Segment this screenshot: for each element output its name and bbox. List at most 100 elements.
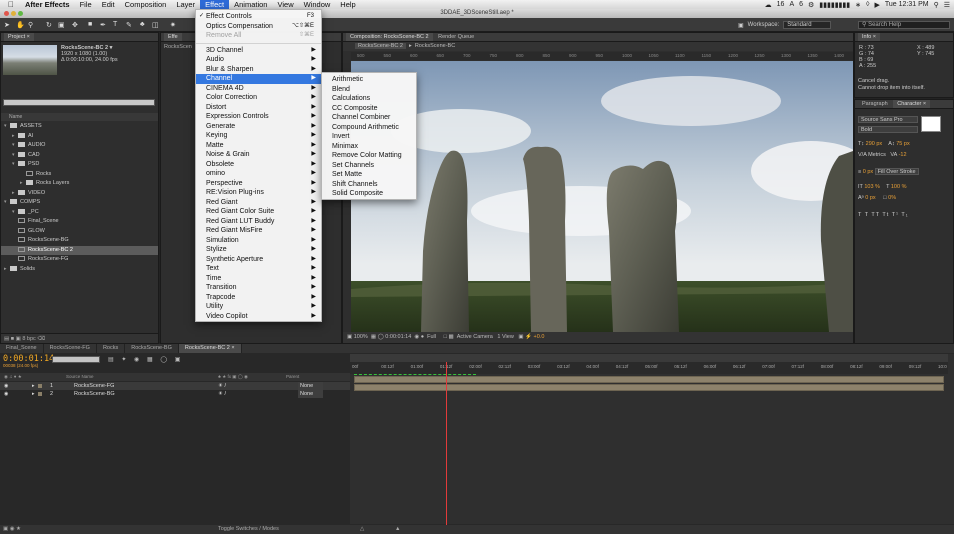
type-tool-icon[interactable]: T [113,21,117,28]
transparency-icon[interactable]: ▩ [448,334,453,340]
zoom-window-icon[interactable] [18,11,23,16]
time-ruler[interactable]: 00f00:12f01:00f01:12f02:00f02:12f03:00f0… [350,362,948,374]
toggle-switches-modes[interactable]: Toggle Switches / Modes [218,525,279,534]
channel-icon[interactable]: ● [421,334,424,340]
channel-menu-item-remove-color-matting[interactable]: Remove Color Matting [322,151,416,161]
tsume-value[interactable]: 0% [888,195,896,201]
pen-tool-icon[interactable]: ✒ [100,21,106,29]
bit-depth[interactable]: 8 bpc [22,336,35,342]
interpret-footage-icon[interactable]: ▤ [4,336,9,342]
project-item-solids[interactable]: ▸ Solids [1,265,158,275]
visibility-icon[interactable]: ◉ [4,390,8,398]
baseline-shift-value[interactable]: 0 px [865,195,875,201]
spotlight-icon[interactable]: ⚲ [934,1,939,9]
effect-menu-item-cinema-4d[interactable]: CINEMA 4D ▶ [196,84,321,94]
layer-name[interactable]: RocksScene-BG [74,390,115,398]
effect-menu-item-stylize[interactable]: Stylize ▶ [196,245,321,255]
menu-layer[interactable]: Layer [171,0,200,9]
tracking-value[interactable]: -12 [899,152,907,158]
graph-editor-icon[interactable]: ▣ [175,357,184,363]
horizontal-scale-value[interactable]: 100 % [891,184,907,190]
menu-edit[interactable]: Edit [97,0,120,9]
frame-blending-icon[interactable]: ▦ [147,357,156,363]
hand-tool-icon[interactable]: ✋ [16,21,25,29]
effect-menu-item-perspective[interactable]: Perspective ▶ [196,179,321,189]
draft-3d-icon[interactable]: ✦ [121,357,129,363]
comp-nav-current[interactable]: RocksScene-BC 2 [355,43,406,49]
project-item-glow[interactable]: GLOW [1,227,158,237]
project-item-rocksscene-bg[interactable]: RocksScene-BG [1,236,158,246]
timeline-tab-final-scene[interactable]: Final_Scene [0,344,44,353]
effect-menu-item-red-giant-lut-buddy[interactable]: Red Giant LUT Buddy ▶ [196,217,321,227]
timeline-layer-row[interactable]: ◉ ▸ 1 RocksScene-FG ☀ / None [0,382,350,390]
layer-expand-icon[interactable]: ▸ [32,390,35,398]
effect-menu-item-red-giant-misfire[interactable]: Red Giant MisFire ▶ [196,226,321,236]
grid-icon[interactable]: ▦ [371,334,376,340]
project-item-rocks-layers[interactable]: ▸ Rocks Layers [1,179,158,189]
workspace-icon[interactable]: ▣ [738,22,744,29]
leading-value[interactable]: 75 px [896,141,909,147]
effect-menu-item-channel[interactable]: Channel ▶ [196,74,321,84]
view-layout-dropdown[interactable]: 1 View [497,334,513,340]
toggle-pixel-icon[interactable]: ▣ [518,334,523,340]
project-item-final-scene[interactable]: Final_Scene [1,217,158,227]
project-item-rocks[interactable]: Rocks [1,170,158,180]
zoom-tool-icon[interactable]: ⚲ [28,21,33,29]
timeline-layer-row[interactable]: ◉ ▸ 2 RocksScene-BG ☀ / None [0,390,350,398]
column-source-name[interactable]: Source Name [66,373,94,381]
work-area-bar[interactable] [350,354,948,362]
bluetooth-icon[interactable]: ∗ [855,1,861,9]
timeline-search-input[interactable] [52,356,100,363]
clone-tool-icon[interactable]: ♣ [140,21,145,28]
zoom-in-icon[interactable]: ▲ [395,525,400,534]
always-preview-icon[interactable]: ▣ [347,334,352,340]
effect-menu-item-generate[interactable]: Generate ▶ [196,122,321,132]
tab-info[interactable]: Info × [858,33,880,41]
stroke-width-value[interactable]: 0 px [863,169,873,175]
layer-switches[interactable]: ☀ / [218,390,226,398]
tab-composition[interactable]: Composition: RocksScene-BC 2 [346,33,433,41]
notification-icon[interactable]: ☰ [944,1,950,9]
channel-menu-item-blend[interactable]: Blend [322,85,416,95]
playhead[interactable] [446,362,447,532]
layer-bar-1[interactable] [354,376,944,383]
channel-menu-item-minimax[interactable]: Minimax [322,142,416,152]
help-search-input[interactable]: ⚲ Search Help [858,21,950,29]
apple-icon[interactable]:  [0,0,20,9]
stroke-mode-dropdown[interactable]: Fill Over Stroke [874,168,919,175]
effect-menu-item-3d-channel[interactable]: 3D Channel ▶ [196,46,321,56]
effect-menu-item-synthetic-aperture[interactable]: Synthetic Aperture ▶ [196,255,321,265]
close-window-icon[interactable] [4,11,9,16]
layer-label-color[interactable] [38,392,42,396]
channel-menu-item-set-channels[interactable]: Set Channels [322,161,416,171]
effect-menu-item-expression-controls[interactable]: Expression Controls ▶ [196,112,321,122]
cloud-icon[interactable]: ☁ [765,1,772,9]
project-search-input[interactable] [3,99,155,106]
channel-menu-item-cc-composite[interactable]: CC Composite [322,104,416,114]
channel-menu-item-invert[interactable]: Invert [322,132,416,142]
font-size-value[interactable]: 290 px [866,141,883,147]
roi-icon[interactable]: □ [444,334,447,340]
effect-menu-item-noise-grain[interactable]: Noise & Grain ▶ [196,150,321,160]
effect-menu-item-transition[interactable]: Transition ▶ [196,283,321,293]
project-item-rocksscene-fg[interactable]: RocksScene-FG [1,255,158,265]
kerning-value[interactable]: Metrics [868,152,886,158]
project-item-psd[interactable]: ▾ PSD [1,160,158,170]
workspace-dropdown[interactable]: Standard [783,21,831,29]
effect-menu-item-effect-controls[interactable]: ✓ Effect Controls F3 [196,12,321,22]
layer-label-color[interactable] [38,384,42,388]
effect-menu-item-video-copilot[interactable]: Video Copilot ▶ [196,312,321,322]
channel-menu-item-solid-composite[interactable]: Solid Composite [322,189,416,199]
camera-tool-icon[interactable]: ▣ [58,21,65,29]
snapshot-icon[interactable]: ◉ [414,334,419,340]
menu-file[interactable]: File [75,0,97,9]
tab-paragraph[interactable]: Paragraph [858,100,892,108]
comp-nav-parent[interactable]: RocksScene-BC [415,43,455,49]
menu-window[interactable]: Window [299,0,336,9]
column-switches-icon[interactable]: ♣ ★ fx ▣ ◯ ◉ [218,373,248,381]
effect-menu-item-color-correction[interactable]: Color Correction ▶ [196,93,321,103]
layer-switches-icon[interactable]: ▣ ◉ ★ [0,526,21,532]
tab-character[interactable]: Character × [893,100,931,108]
project-item-comps[interactable]: ▾ COMPS [1,198,158,208]
project-item-audio[interactable]: ▾ AUDIO [1,141,158,151]
